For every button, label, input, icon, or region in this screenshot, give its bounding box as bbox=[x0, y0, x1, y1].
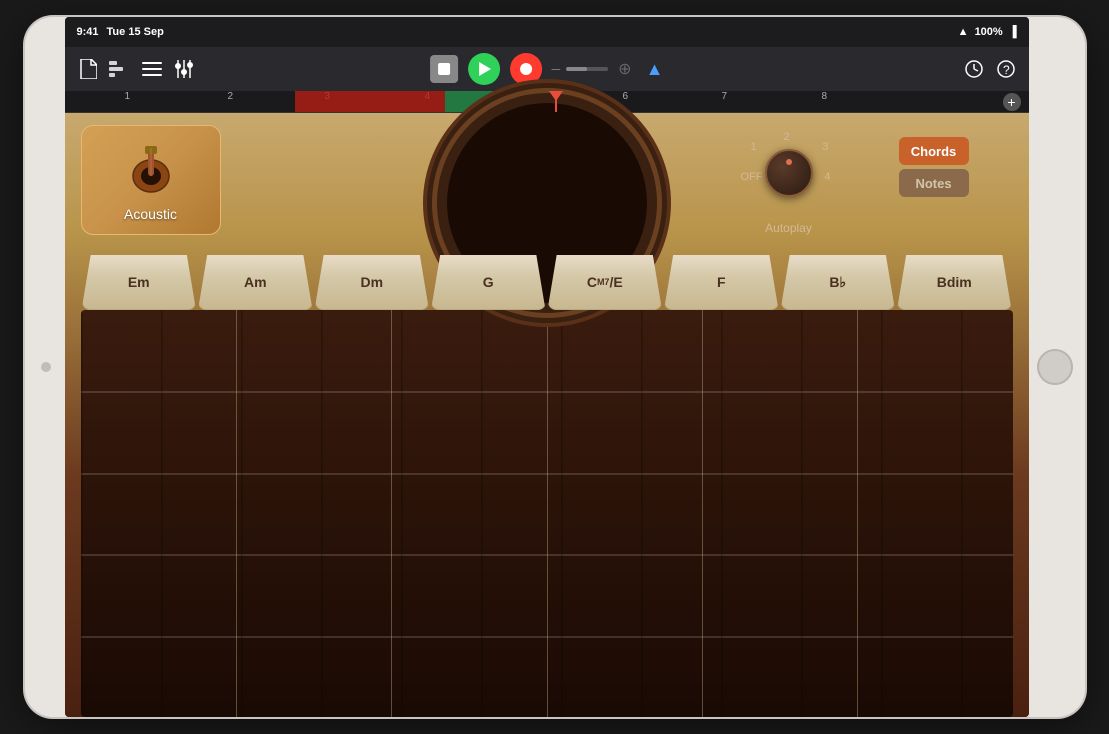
eq-icon[interactable]: ⊕ bbox=[618, 59, 631, 79]
chord-key-cm7e[interactable]: CM7/E bbox=[548, 255, 663, 310]
chord-key-dm[interactable]: Dm bbox=[315, 255, 430, 310]
mixer-icon[interactable] bbox=[173, 58, 195, 80]
autoplay-4-label: 4 bbox=[824, 171, 830, 183]
chord-key-f[interactable]: F bbox=[664, 255, 779, 310]
chords-button[interactable]: Chords bbox=[899, 137, 969, 165]
guitar-icon bbox=[121, 138, 181, 198]
play-icon bbox=[479, 62, 491, 76]
battery-status: 100% bbox=[975, 26, 1003, 38]
toolbar-right: ? bbox=[963, 58, 1017, 80]
chord-key-em[interactable]: Em bbox=[82, 255, 197, 310]
menu-icon[interactable] bbox=[141, 58, 163, 80]
ruler-mark-7: 7 bbox=[722, 91, 728, 102]
notes-button[interactable]: Notes bbox=[899, 169, 969, 197]
metronome-icon[interactable]: ▲ bbox=[646, 59, 664, 80]
ruler-mark-8: 8 bbox=[822, 91, 828, 102]
wifi-icon: ▲ bbox=[958, 26, 969, 38]
volume-slider[interactable] bbox=[566, 67, 608, 71]
record-icon bbox=[520, 63, 532, 75]
chord-buttons-row: Em Am Dm G CM7/E F B♭ Bdim bbox=[65, 255, 1029, 310]
status-left: 9:41 Tue 15 Sep bbox=[77, 26, 164, 38]
wood-grain bbox=[81, 310, 1013, 717]
volume-icon: ─ bbox=[552, 62, 561, 76]
main-content: Acoustic OFF 1 2 3 4 Autoplay bbox=[65, 113, 1029, 717]
add-track-button[interactable]: + bbox=[1003, 93, 1021, 111]
record-button[interactable] bbox=[510, 53, 542, 85]
help-icon[interactable]: ? bbox=[995, 58, 1017, 80]
stop-button[interactable] bbox=[430, 55, 458, 83]
autoplay-knob[interactable] bbox=[765, 149, 813, 197]
autoplay-1-label: 1 bbox=[751, 141, 757, 153]
transport-controls: ─ ⊕ ▲ bbox=[430, 53, 664, 85]
fretboard[interactable] bbox=[81, 310, 1013, 717]
ruler-mark-6: 6 bbox=[623, 91, 629, 102]
chord-key-bb[interactable]: B♭ bbox=[781, 255, 896, 310]
ruler-mark-2: 2 bbox=[228, 91, 234, 102]
chord-key-g[interactable]: G bbox=[431, 255, 546, 310]
instrument-panel: Acoustic OFF 1 2 3 4 Autoplay bbox=[65, 113, 1029, 247]
acoustic-card[interactable]: Acoustic bbox=[81, 125, 221, 235]
playhead[interactable] bbox=[555, 91, 557, 112]
status-time: 9:41 bbox=[77, 26, 99, 38]
tracks-icon[interactable] bbox=[109, 58, 131, 80]
file-icon[interactable] bbox=[77, 58, 99, 80]
autoplay-3-label: 3 bbox=[822, 141, 828, 153]
chords-notes: Chords Notes bbox=[899, 137, 969, 197]
playhead-marker bbox=[549, 91, 563, 101]
svg-text:?: ? bbox=[1003, 63, 1010, 77]
status-bar: 9:41 Tue 15 Sep ▲ 100% ▐ bbox=[65, 17, 1029, 47]
acoustic-label: Acoustic bbox=[124, 206, 177, 222]
clock-icon[interactable] bbox=[963, 58, 985, 80]
toolbar: ─ ⊕ ▲ ? bbox=[65, 47, 1029, 91]
autoplay-2-label: 2 bbox=[784, 131, 790, 143]
battery-icon: ▐ bbox=[1009, 26, 1017, 38]
timeline-red-region bbox=[295, 91, 445, 112]
screen: 9:41 Tue 15 Sep ▲ 100% ▐ bbox=[65, 17, 1029, 717]
home-button[interactable] bbox=[1037, 349, 1073, 385]
camera bbox=[41, 362, 51, 372]
autoplay-control: OFF 1 2 3 4 Autoplay bbox=[749, 133, 829, 235]
ipad-frame: 9:41 Tue 15 Sep ▲ 100% ▐ bbox=[25, 17, 1085, 717]
ruler-mark-1: 1 bbox=[125, 91, 131, 102]
autoplay-off-label: OFF bbox=[741, 171, 763, 183]
chord-key-am[interactable]: Am bbox=[198, 255, 313, 310]
stop-icon bbox=[438, 63, 450, 75]
autoplay-knob-area: OFF 1 2 3 4 bbox=[749, 133, 829, 213]
volume-control: ─ ⊕ bbox=[552, 59, 632, 79]
chord-key-bdim[interactable]: Bdim bbox=[897, 255, 1012, 310]
autoplay-label: Autoplay bbox=[765, 221, 812, 235]
status-date: Tue 15 Sep bbox=[107, 26, 164, 38]
play-button[interactable] bbox=[468, 53, 500, 85]
status-right: ▲ 100% ▐ bbox=[958, 26, 1017, 38]
